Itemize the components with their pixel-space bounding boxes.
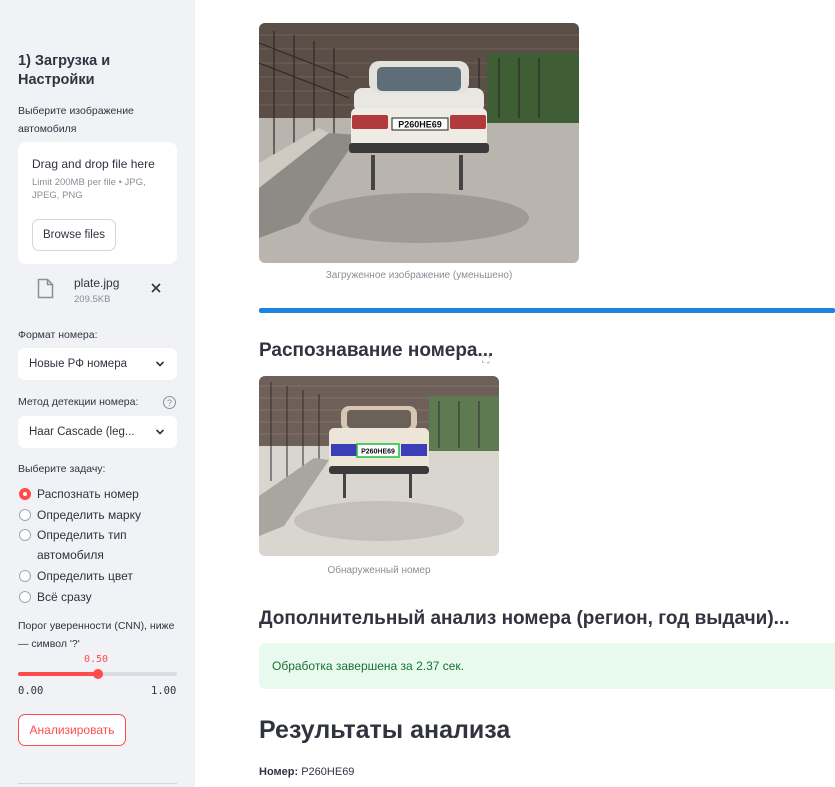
task-radio-type[interactable]: Определить тип автомобиля (18, 525, 158, 565)
help-icon[interactable]: ? (163, 396, 176, 409)
chevron-down-icon (155, 361, 165, 367)
success-text: Обработка завершена за 2.37 сек. (272, 659, 465, 673)
slider-handle[interactable] (92, 669, 103, 679)
chevron-down-icon (155, 429, 165, 435)
upload-label: Выберите изображение автомобиля (18, 105, 134, 135)
radio-label: Определить цвет (37, 569, 133, 583)
threshold-slider[interactable] (18, 669, 177, 679)
results-heading: Результаты анализа (259, 716, 511, 744)
radio-label: Всё сразу (37, 590, 92, 604)
slider-min: 0.00 (18, 685, 44, 697)
result-value: Р260НЕ69 (301, 766, 355, 778)
file-name: plate.jpg (74, 276, 120, 290)
file-uploader-dropzone[interactable]: Drag and drop file here Limit 200MB per … (18, 142, 177, 264)
detected-plate-text: Р260НЕ69 (361, 449, 395, 456)
radio-icon (19, 509, 31, 521)
radio-icon (19, 570, 31, 582)
task-label: Выберите задачу: (18, 463, 106, 475)
slider-fill (18, 672, 98, 676)
sidebar: 1) Загрузка и Настройки Выберите изображ… (0, 0, 195, 787)
uploaded-car-image: Р260НЕ69 (259, 23, 579, 263)
analyze-button[interactable]: Анализировать (18, 714, 126, 746)
format-select-value: Новые РФ номера (29, 358, 127, 370)
browse-files-button[interactable]: Browse files (32, 219, 116, 251)
slider-max: 1.00 (151, 685, 177, 697)
uploaded-file-row: plate.jpg 209.5KB (18, 272, 177, 312)
radio-label: Определить марку (37, 508, 141, 522)
progress-bar (259, 308, 835, 313)
fullscreen-icon[interactable]: ⛶ (479, 353, 493, 367)
radio-label: Распознать номер (37, 487, 139, 501)
task-radio-all[interactable]: Всё сразу (18, 587, 178, 607)
remove-file-icon[interactable] (149, 281, 163, 295)
dropzone-text: Drag and drop file here (32, 157, 155, 171)
method-label: Метод детекции номера: (18, 396, 139, 408)
radio-icon (19, 529, 31, 541)
recognition-heading: Распознавание номера... (259, 340, 494, 361)
radio-label: Определить тип автомобиля (37, 528, 127, 562)
task-radio-brand[interactable]: Определить марку (18, 505, 178, 525)
sidebar-divider (18, 783, 177, 784)
dropzone-limit-text: Limit 200MB per file • JPG, JPEG, PNG (32, 177, 146, 201)
radio-icon (19, 591, 31, 603)
result-plate-line: Номер: Р260НЕ69 (259, 766, 354, 778)
slider-value: 0.50 (84, 654, 109, 665)
file-size: 209.5KB (74, 294, 111, 305)
format-label: Формат номера: (18, 329, 98, 341)
extra-analysis-heading: Дополнительный анализ номера (регион, го… (259, 608, 790, 629)
sidebar-title: 1) Загрузка и Настройки (18, 53, 111, 88)
detected-plate-image: Р260НЕ69 (259, 376, 499, 556)
method-select[interactable]: Haar Cascade (leg... (18, 416, 177, 448)
app: 1) Загрузка и Настройки Выберите изображ… (0, 0, 835, 787)
file-icon (37, 278, 54, 299)
format-select[interactable]: Новые РФ номера (18, 348, 177, 380)
radio-selected-icon (19, 488, 31, 500)
task-radio-color[interactable]: Определить цвет (18, 566, 178, 586)
plate-text: Р260НЕ69 (398, 120, 442, 130)
method-select-value: Haar Cascade (leg... (29, 426, 135, 438)
uploaded-image-caption: Загруженное изображение (уменьшено) (325, 270, 513, 281)
task-radio-recognize[interactable]: Распознать номер (18, 484, 178, 504)
result-label: Номер: (259, 766, 299, 778)
threshold-label: Порог уверенности (CNN), ниже — символ '… (18, 620, 175, 650)
success-alert: Обработка завершена за 2.37 сек. (259, 643, 835, 689)
main-content: Р260НЕ69 Загруженное изображение (уменьш… (195, 0, 835, 787)
detected-image-caption: Обнаруженный номер (327, 565, 431, 576)
